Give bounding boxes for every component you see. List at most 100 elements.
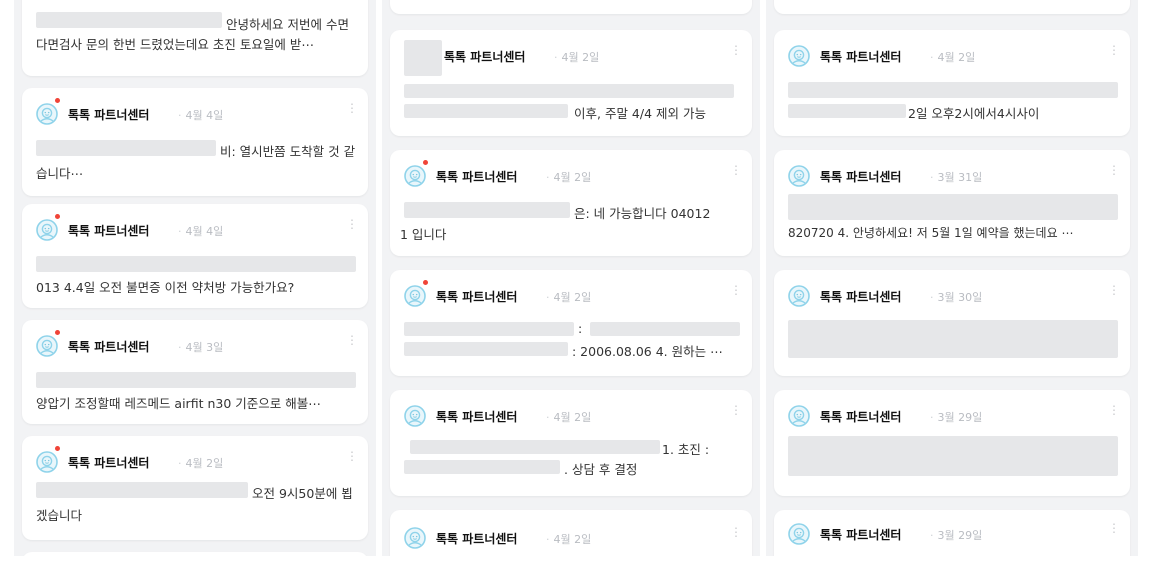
- message-card[interactable]: 톡톡 파트너센터 · 4월 2일 ⋮ 2일 오후2시에서4시사이: [774, 30, 1130, 136]
- message-preview-line2: 013 4.4일 오전 불면증 이전 약처방 가능한가요?: [36, 280, 295, 295]
- message-card[interactable]: 톡톡 파트너센터 · 4월 2일 ⋮ : : 2006.08.06 4. 원하는 …: [390, 270, 752, 376]
- avatar-icon: [36, 219, 58, 241]
- message-card[interactable]: 톡톡 파트너센터 · 3월 30일 ⋮: [774, 270, 1130, 376]
- message-card[interactable]: [774, 0, 1130, 14]
- avatar-icon: [788, 285, 810, 307]
- more-options-icon[interactable]: ⋮: [1108, 44, 1120, 56]
- message-preview-line1: 오전 9시50분에 뵙: [252, 486, 353, 501]
- message-card[interactable]: 톡톡 파트너센터 · 4월 2일 ⋮ 이후, 주말 4/4 제외 가능: [390, 30, 752, 136]
- sender-name: 톡톡 파트너센터: [820, 410, 902, 424]
- sender-name: 톡톡 파트너센터: [68, 456, 150, 470]
- sender-name: 톡톡 파트너센터: [820, 528, 902, 542]
- message-header: 톡톡 파트너센터 · 4월 2일 ⋮: [788, 44, 1120, 70]
- message-header: 톡톡 파트너센터 · 4월 3일 ⋮: [36, 330, 358, 360]
- message-preview-line2: 820720 4. 안녕하세요! 저 5월 1일 예약을 했는데요 ⋯: [788, 226, 1074, 240]
- message-date: · 4월 4일: [178, 225, 224, 238]
- message-card[interactable]: 톡톡 파트너센터 · 4월 4일 ⋮ 비: 열시반쯤 도착할 것 같 습니다⋯: [22, 88, 368, 196]
- avatar-icon: [404, 527, 426, 549]
- more-options-icon[interactable]: ⋮: [346, 450, 358, 462]
- redacted-text: [410, 440, 660, 454]
- message-preview-line2: . 상담 후 결정: [564, 462, 638, 477]
- message-preview-line1: :: [578, 321, 583, 336]
- avatar-icon: [36, 335, 58, 357]
- message-card[interactable]: 톡톡 파트너센터 · 3월 29일 ⋮: [774, 390, 1130, 496]
- avatar-icon: [36, 451, 58, 473]
- redacted-text: [590, 322, 740, 336]
- sender-name: 톡톡 파트너센터: [436, 410, 518, 424]
- more-options-icon[interactable]: ⋮: [346, 218, 358, 230]
- unread-dot-icon: [55, 214, 60, 219]
- more-options-icon[interactable]: ⋮: [730, 284, 742, 296]
- sender-name: 톡톡 파트너센터: [444, 50, 526, 64]
- more-options-icon[interactable]: ⋮: [1108, 164, 1120, 176]
- message-card[interactable]: [390, 0, 752, 14]
- more-options-icon[interactable]: ⋮: [346, 334, 358, 346]
- message-preview-line2: 1 입니다: [400, 227, 447, 242]
- redacted-text: [788, 320, 1118, 358]
- message-card[interactable]: 톡톡 파트너센터 · 4월 2일 ⋮ 오전 9시50분에 뵙 겠습니다: [22, 436, 368, 540]
- redacted-text: [36, 12, 222, 28]
- message-date: · 3월 29일: [930, 529, 983, 542]
- message-header: 톡톡 파트너센터 · 4월 2일 ⋮: [404, 280, 742, 310]
- message-date: · 4월 2일: [178, 457, 224, 470]
- message-card[interactable]: 톡톡 파트너센터 · 4월 4일 ⋮ 013 4.4일 오전 불면증 이전 약처방…: [22, 204, 368, 308]
- more-options-icon[interactable]: ⋮: [1108, 284, 1120, 296]
- avatar-icon: [404, 165, 426, 187]
- message-header: 톡톡 파트너센터 · 4월 2일 ⋮: [404, 44, 742, 70]
- message-date: · 4월 4일: [178, 109, 224, 122]
- more-options-icon[interactable]: ⋮: [346, 102, 358, 114]
- message-card[interactable]: 톡톡 파트너센터 · 4월 3일 ⋮ 양압기 조정할때 레즈메드 airfit n…: [22, 320, 368, 424]
- redacted-text: [36, 140, 216, 156]
- redacted-text: [36, 256, 356, 272]
- sender-name: 톡톡 파트너센터: [436, 290, 518, 304]
- sender-name: 톡톡 파트너센터: [68, 340, 150, 354]
- message-card[interactable]: 안녕하세요 저번에 수면 다면검사 문의 한번 드렸었는데요 초진 토요일에 받…: [22, 0, 368, 76]
- message-preview-line2: 겠습니다: [36, 508, 83, 523]
- message-column-3: 톡톡 파트너센터 · 4월 2일 ⋮ 2일 오후2시에서4시사이 톡톡 파트너센터…: [766, 0, 1138, 556]
- unread-dot-icon: [55, 98, 60, 103]
- message-date: · 4월 2일: [930, 51, 976, 64]
- message-preview-line1: 은: 네 가능합니다 04012: [574, 206, 711, 221]
- more-options-icon[interactable]: ⋮: [730, 526, 742, 538]
- message-date: · 4월 2일: [554, 51, 600, 64]
- message-preview-line1: 1. 초진 :: [662, 442, 710, 457]
- message-card[interactable]: 톡톡 파트너센터 · 3월 29일 ⋮: [774, 510, 1130, 556]
- more-options-icon[interactable]: ⋮: [730, 404, 742, 416]
- redacted-text: [36, 482, 248, 498]
- sender-name: 톡톡 파트너센터: [820, 290, 902, 304]
- unread-dot-icon: [55, 330, 60, 335]
- message-card[interactable]: 톡톡 파트너센터 · 4월 2일 ⋮ 1. 초진 : . 상담 후 결정: [390, 390, 752, 496]
- message-preview-line2: 이후, 주말 4/4 제외 가능: [574, 106, 706, 121]
- message-preview-line2: 2일 오후2시에서4시사이: [908, 106, 1040, 121]
- message-card[interactable]: [22, 552, 368, 556]
- more-options-icon[interactable]: ⋮: [1108, 522, 1120, 534]
- avatar-icon: [404, 285, 426, 307]
- sender-name: 톡톡 파트너센터: [820, 50, 902, 64]
- redacted-text: [788, 104, 906, 118]
- message-column-2: 톡톡 파트너센터 · 4월 2일 ⋮ 이후, 주말 4/4 제외 가능 톡톡 파트…: [382, 0, 760, 556]
- message-header: 톡톡 파트너센터 · 4월 4일 ⋮: [36, 214, 358, 244]
- message-header: 톡톡 파트너센터 · 4월 2일 ⋮: [404, 160, 742, 190]
- avatar-icon: [36, 103, 58, 125]
- message-header: 톡톡 파트너센터 · 4월 4일 ⋮: [36, 98, 358, 128]
- message-column-1: 안녕하세요 저번에 수면 다면검사 문의 한번 드렸었는데요 초진 토요일에 받…: [14, 0, 376, 556]
- more-options-icon[interactable]: ⋮: [1108, 404, 1120, 416]
- redacted-text: [404, 202, 570, 218]
- more-options-icon[interactable]: ⋮: [730, 44, 742, 56]
- redacted-text: [788, 194, 1118, 220]
- redacted-text: [404, 342, 568, 356]
- sender-name: 톡톡 파트너센터: [436, 532, 518, 546]
- unread-dot-icon: [423, 280, 428, 285]
- message-date: · 4월 2일: [546, 171, 592, 184]
- redacted-text: [404, 322, 574, 336]
- more-options-icon[interactable]: ⋮: [730, 164, 742, 176]
- message-card[interactable]: 톡톡 파트너센터 · 4월 2일 ⋮ 은: 네 가능합니다 04012 1 입니다: [390, 150, 752, 256]
- sender-name: 톡톡 파트너센터: [820, 170, 902, 184]
- redacted-text: [788, 82, 1118, 98]
- message-card[interactable]: 톡톡 파트너센터 · 3월 31일 ⋮ 820720 4. 안녕하세요! 저 5월…: [774, 150, 1130, 256]
- message-preview-line2: 습니다⋯: [36, 166, 84, 181]
- message-header: 톡톡 파트너센터 · 3월 31일 ⋮: [788, 164, 1120, 190]
- message-card[interactable]: 톡톡 파트너센터 · 4월 2일 ⋮: [390, 510, 752, 556]
- unread-dot-icon: [55, 446, 60, 451]
- redacted-text: [788, 436, 1118, 476]
